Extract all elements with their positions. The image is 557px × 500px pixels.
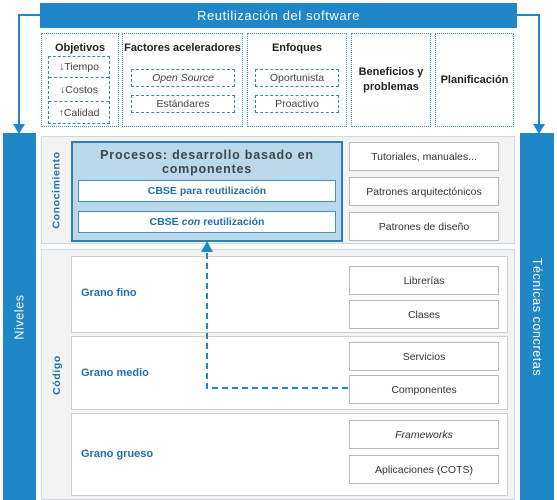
grano-grueso-label: Grano grueso	[81, 448, 154, 460]
grano-medio-row: Grano medio Servicios Componentes	[71, 336, 508, 410]
frameworks-box: Frameworks	[349, 420, 499, 449]
planificacion-box: Planificación	[435, 33, 514, 127]
enfoques-title: Enfoques	[271, 42, 323, 54]
conocimiento-label-wrap: Conocimiento	[47, 137, 67, 243]
right-down-arrow	[517, 14, 540, 128]
conocimiento-label: Conocimiento	[51, 151, 64, 229]
enfoque-proactivo: Proactivo	[255, 95, 339, 113]
objetivos-box: Objetivos ↓Tiempo ↓Costos ↑Calidad	[41, 33, 119, 127]
factor-open-source: Open Source	[131, 69, 235, 87]
codigo-label-wrap: Código	[47, 250, 67, 500]
tutoriales-box: Tutoriales, manuales...	[349, 142, 499, 171]
conocimiento-panel: Conocimiento Procesos: desarrollo basado…	[41, 136, 515, 244]
process-box: Procesos: desarrollo basado en component…	[71, 141, 343, 242]
codigo-label: Código	[51, 355, 64, 395]
componentes-box: Componentes	[349, 375, 499, 404]
enfoques-box: Enfoques Oportunista Proactivo	[247, 33, 347, 127]
patrones-arquitectonicos-box: Patrones arquitectónicos	[349, 177, 499, 206]
objetivos-list: ↓Tiempo ↓Costos ↑Calidad	[48, 56, 110, 124]
servicios-box: Servicios	[349, 342, 499, 371]
objetivo-tiempo: ↓Tiempo	[59, 61, 99, 73]
techniques-bar: Técnicas concretas	[520, 133, 554, 500]
process-title: Procesos: desarrollo basado en component…	[100, 148, 314, 176]
cbse-con-prefix: CBSE	[149, 216, 182, 228]
cbse-con-italic: con	[181, 216, 201, 228]
clases-box: Clases	[349, 300, 499, 329]
cbse-con-suffix: reutilización	[200, 216, 265, 228]
left-down-arrow	[18, 14, 40, 128]
objetivos-divider-2	[49, 101, 109, 102]
enfoque-oportunista: Oportunista	[255, 69, 339, 87]
objetivo-calidad: ↑Calidad	[58, 107, 100, 119]
levels-label: Niveles	[12, 293, 27, 340]
objetivo-costos: ↓Costos	[60, 84, 98, 96]
page-title: Reutilización del software	[196, 8, 360, 23]
factor-estandares: Estándares	[131, 95, 235, 113]
codigo-panel: Código Grano fino Librerías Clases Grano…	[41, 249, 515, 500]
objetivos-title: Objetivos	[54, 42, 106, 54]
grano-medio-label: Grano medio	[81, 367, 149, 379]
planificacion-label: Planificación	[440, 74, 509, 86]
aplicaciones-box: Aplicaciones (COTS)	[349, 455, 499, 484]
beneficios-box: Beneficios y problemas	[351, 33, 431, 127]
objetivos-divider-1	[49, 77, 109, 78]
grano-grueso-row: Grano grueso Frameworks Aplicaciones (CO…	[71, 413, 508, 496]
levels-bar: Niveles	[3, 133, 36, 500]
beneficios-label: Beneficios y problemas	[358, 66, 424, 93]
factores-box: Factores aceleradores Open Source Estánd…	[122, 33, 243, 127]
factores-title: Factores aceleradores	[124, 42, 241, 54]
grano-fino-row: Grano fino Librerías Clases	[71, 256, 508, 333]
patrones-diseno-box: Patrones de diseño	[349, 212, 499, 241]
cbse-para-box: CBSE para reutilización	[78, 180, 336, 202]
cbse-con-box: CBSE con reutilización	[78, 211, 336, 233]
techniques-label: Técnicas concretas	[530, 257, 545, 376]
librerias-box: Librerías	[349, 266, 499, 295]
title-bar: Reutilización del software	[40, 3, 517, 28]
grano-fino-label: Grano fino	[81, 287, 137, 299]
